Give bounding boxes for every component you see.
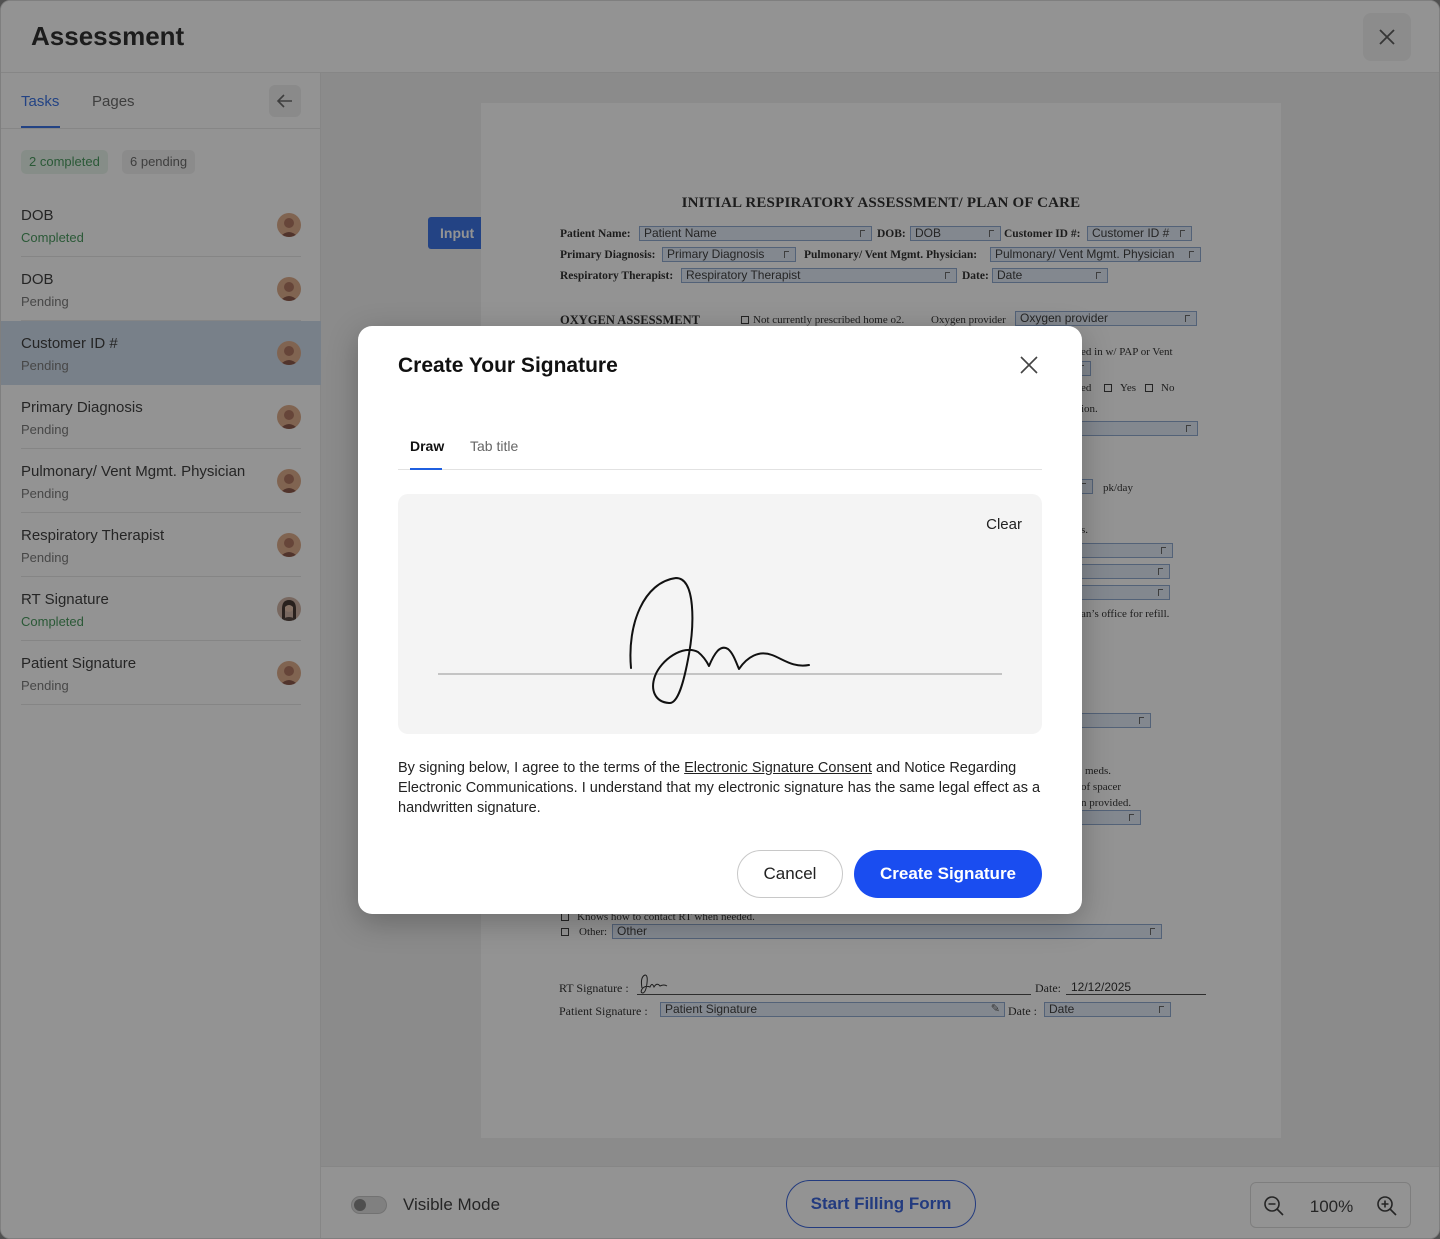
tab-draw[interactable]: Draw bbox=[410, 438, 444, 454]
signature-drawing bbox=[629, 577, 810, 704]
cancel-button[interactable]: Cancel bbox=[737, 850, 843, 898]
dialog-title: Create Your Signature bbox=[398, 354, 618, 377]
tab-active-indicator bbox=[410, 468, 442, 470]
tab-title[interactable]: Tab title bbox=[470, 438, 518, 454]
signature-tabs: Draw Tab title bbox=[398, 430, 1042, 470]
create-signature-button[interactable]: Create Signature bbox=[854, 850, 1042, 898]
create-signature-dialog: Create Your Signature Draw Tab title Cle… bbox=[358, 326, 1082, 914]
consent-text: By signing below, I agree to the terms o… bbox=[398, 758, 1042, 818]
signature-canvas[interactable]: Clear bbox=[398, 494, 1042, 734]
close-icon[interactable] bbox=[1018, 354, 1040, 376]
consent-text-start: By signing below, I agree to the terms o… bbox=[398, 760, 685, 776]
electronic-signature-consent-link[interactable]: Electronic Signature Consent bbox=[684, 760, 872, 776]
